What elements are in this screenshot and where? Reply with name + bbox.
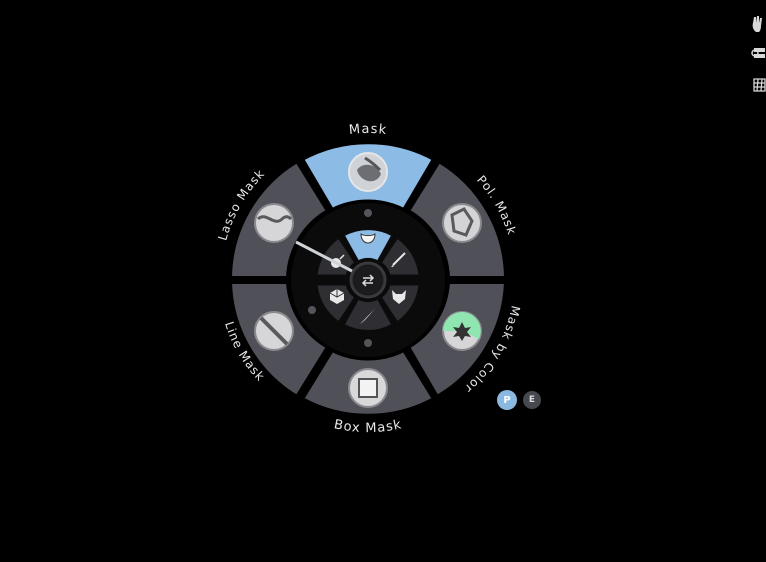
right-toolbar: [748, 0, 766, 100]
polygon-mask-icon: [442, 203, 482, 243]
line-mask-icon: [254, 311, 294, 351]
segment-box-mask[interactable]: Box Mask: [299, 347, 437, 436]
mask-by-color-icon: [442, 311, 482, 351]
radial-pie-menu: Mask Pol. Mask Mask by Color Box Mask Li…: [215, 122, 521, 436]
label-box-mask: Box Mask: [333, 417, 403, 436]
ring-dot-left: [308, 306, 316, 314]
ring-dot-bottom: [364, 339, 372, 347]
lasso-mask-icon: [254, 203, 294, 243]
box-mask-icon: [348, 368, 388, 408]
center-button[interactable]: [349, 261, 387, 299]
segment-mask[interactable]: Mask: [299, 122, 437, 213]
mode-e-button[interactable]: E: [523, 391, 541, 409]
mask-brush-icon: [348, 152, 388, 192]
mode-p-button[interactable]: P: [497, 390, 517, 410]
label-mask: Mask: [348, 122, 387, 138]
pie-menu-stage: Mask Pol. Mask Mask by Color Box Mask Li…: [215, 122, 521, 436]
svg-text:Mask: Mask: [348, 122, 388, 138]
svg-text:Box Mask: Box Mask: [333, 417, 404, 436]
brush-stack-icon[interactable]: [748, 44, 766, 64]
grid-icon[interactable]: [748, 75, 766, 95]
ring-dot-top: [364, 209, 372, 217]
hand-icon[interactable]: [748, 14, 766, 34]
